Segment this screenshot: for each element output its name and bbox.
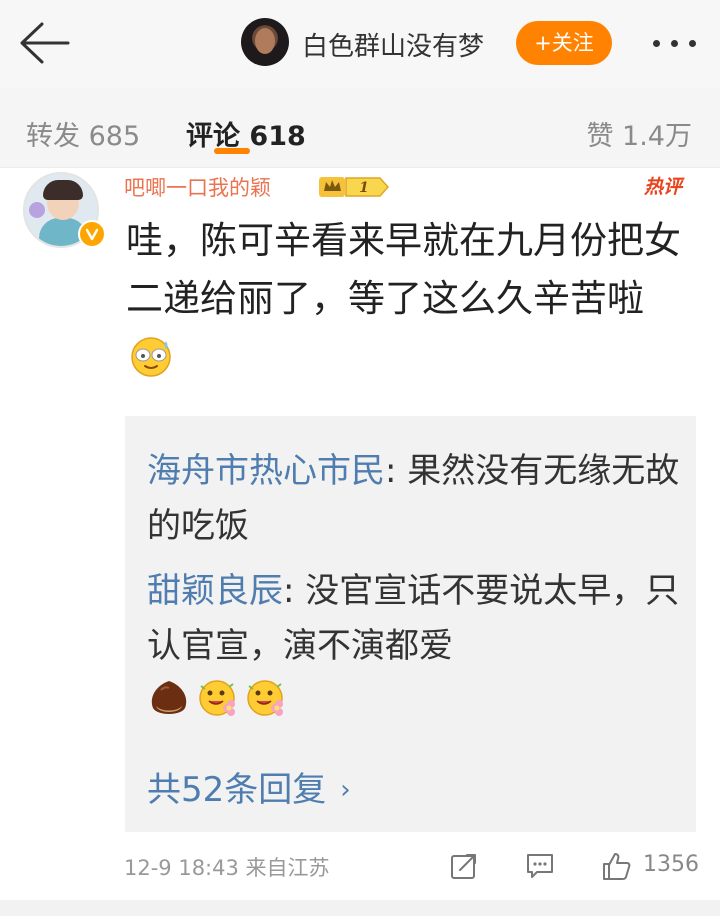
top-nav: 白色群山没有梦 +关注: [0, 0, 720, 88]
replies-box[interactable]: 海舟市热心市民: 果然没有无缘无故的吃饭 甜颖良辰: 没官宣话不要说太早，只认官…: [125, 416, 696, 832]
commenter-username[interactable]: 吧唧一口我的颖: [124, 172, 271, 202]
comment-icon[interactable]: [525, 852, 555, 880]
chestnut-emoji-icon: [151, 681, 187, 714]
reply-author[interactable]: 海舟市热心市民: [147, 451, 385, 491]
tab-repost-count: 685: [88, 121, 141, 152]
comment-meta: 12-9 18:43 来自江苏: [124, 852, 330, 882]
more-options-icon[interactable]: [651, 40, 699, 48]
author-name[interactable]: 白色群山没有梦: [302, 26, 484, 63]
tab-comment-count: 618: [249, 121, 306, 152]
tab-bar: 转发 685 评论 618 赞 1.4万: [0, 88, 720, 168]
comment-timestamp: 12-9 18:43: [124, 856, 239, 880]
thumbs-up-icon[interactable]: [600, 850, 632, 882]
tab-repost-label: 转发: [26, 121, 80, 152]
divider: [0, 900, 720, 916]
comment-like-count: 1356: [643, 852, 699, 877]
tab-like[interactable]: 赞 1.4万: [586, 114, 692, 153]
verified-badge-icon: [78, 220, 106, 248]
more-replies-label: 共52条回复: [147, 770, 327, 810]
chevron-right-icon: ›: [340, 775, 351, 805]
reply-item[interactable]: 海舟市热心市民: 果然没有无缘无故的吃饭: [147, 444, 687, 554]
flower-smile-emoji-icon: [247, 680, 283, 716]
active-tab-indicator: [214, 148, 250, 154]
flower-smile-emoji-icon: [199, 680, 235, 716]
follow-button[interactable]: +关注: [516, 21, 612, 65]
sweat-smile-emoji-icon: [131, 337, 171, 377]
tab-like-count: 1.4万: [622, 121, 692, 152]
tab-repost[interactable]: 转发 685: [26, 114, 140, 153]
comment-body: 哇，陈可辛看来早就在九月份把女二递给丽了，等了这么久辛苦啦: [126, 212, 686, 386]
author-avatar[interactable]: [241, 18, 289, 66]
back-arrow-icon[interactable]: [18, 20, 70, 66]
level-badge-icon: 1: [319, 177, 390, 197]
comment-source: 来自江苏: [245, 856, 330, 880]
comment-text: 哇，陈可辛看来早就在九月份把女二递给丽了，等了这么久辛苦啦: [126, 219, 681, 320]
tab-like-label: 赞: [586, 121, 614, 152]
hot-comment-tag: 热评: [644, 176, 683, 198]
share-icon[interactable]: [450, 852, 478, 880]
level-number: 1: [359, 180, 369, 196]
view-all-replies-link[interactable]: 共52条回复 ›: [147, 762, 351, 811]
reply-author[interactable]: 甜颖良辰: [147, 571, 283, 611]
reply-item[interactable]: 甜颖良辰: 没官宣话不要说太早，只认官宣，演不演都爱: [147, 564, 687, 729]
